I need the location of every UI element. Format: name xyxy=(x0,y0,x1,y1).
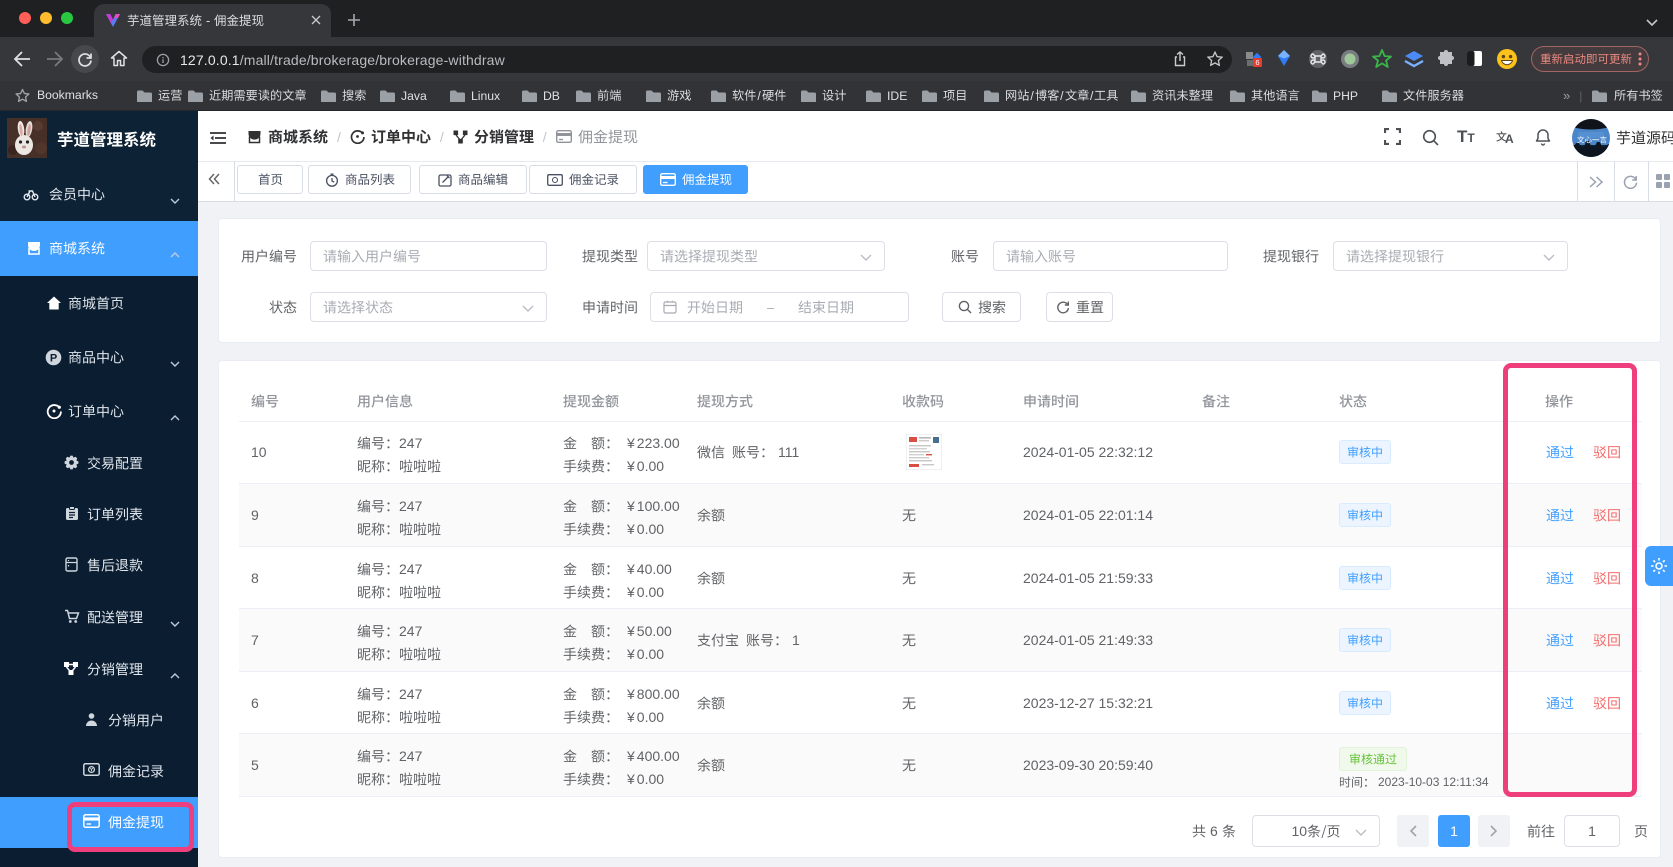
svg-text:P: P xyxy=(50,352,57,364)
svg-text:6: 6 xyxy=(1255,58,1259,67)
